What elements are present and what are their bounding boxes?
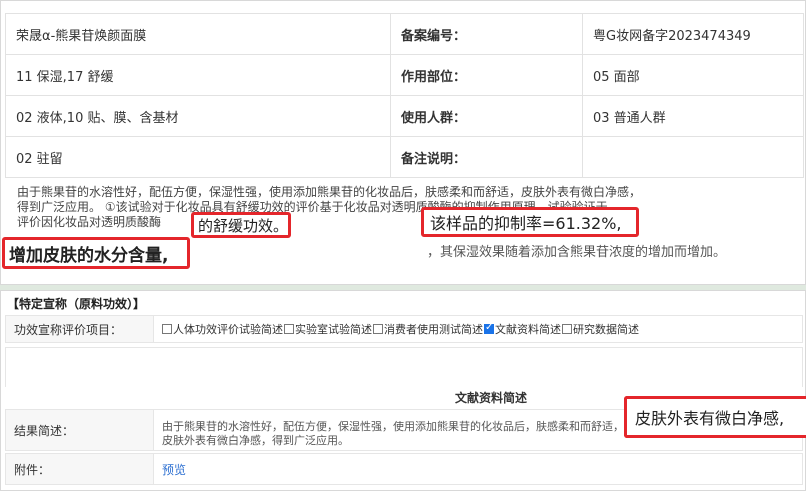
attachment-label: 附件： [6,454,154,484]
usage-method: 02 驻留 [5,136,391,178]
preview-link[interactable]: 预览 [162,461,186,478]
checkbox-icon[interactable] [373,324,383,334]
checkbox-icon[interactable] [284,324,294,334]
target-users: 03 普通人群 [582,95,804,137]
option-label: 消费者使用测试简述 [384,323,483,336]
remarks [582,136,804,178]
attachment-row: 附件： 预览 [5,453,803,485]
option-consumer-test[interactable]: 消费者使用测试简述 [373,321,483,337]
info-row-form: 02 液体,10 贴、膜、含基材 使用人群： 03 普通人群 [5,95,804,137]
description-line: 得到广泛应用。 ①该试验对于化妆品具有舒缓功效的评价基于化妆品对透明质酸酶的抑制… [17,200,608,214]
section-title: 【特定宣称（原料功效）】 [7,297,146,311]
option-lab-test[interactable]: 实验室试验简述 [284,321,372,337]
product-form: 02 液体,10 贴、膜、含基材 [5,95,391,137]
description-tail: ，其保湿效果随着添加含熊果苷浓度的增加而增加。 [427,245,727,260]
efficacy-claims: 11 保湿,17 舒缓 [5,54,391,96]
info-table: 荣晟α-熊果苷焕颜面膜 备案编号： 粤G妆网备字2023474349 11 保湿… [5,13,804,178]
checkbox-checked-icon[interactable] [484,322,494,334]
info-row-efficacy: 11 保湿,17 舒缓 作用部位： 05 面部 [5,54,804,96]
registration-no: 粤G妆网备字2023474349 [582,13,804,55]
summary-text: 由于熊果苷的水溶性好，配伍方便，保湿性强，使用添加熊果苷的化妆品后，肤感柔和而舒… [162,420,624,447]
evaluation-types-row: 功效宣称评价项目： 人体功效评价试验简述 实验室试验简述 消费者使用测试简述 文… [5,315,803,343]
label-application-area: 作用部位： [390,54,583,96]
application-area: 05 面部 [582,54,804,96]
checkbox-icon[interactable] [162,324,172,334]
option-human-efficacy-test[interactable]: 人体功效评价试验简述 [162,321,283,337]
empty-row [5,347,803,387]
specific-claims-panel: 【特定宣称（原料功效）】 功效宣称评价项目： 人体功效评价试验简述 实验室试验简… [0,290,806,491]
option-label: 研究数据简述 [573,323,639,336]
checkbox-icon[interactable] [562,324,572,334]
highlight-whitening-feel: 皮肤外表有微白净感, [624,396,806,438]
summary-label: 结果简述： [6,410,154,450]
description-line: 由于熊果苷的水溶性好，配伍方便，保湿性强，使用添加熊果苷的化妆品后，肤感柔和而舒… [17,185,642,199]
efficacy-description: 由于熊果苷的水溶性好，配伍方便，保湿性强，使用添加熊果苷的化妆品后，肤感柔和而舒… [17,185,791,245]
info-row-name: 荣晟α-熊果苷焕颜面膜 备案编号： 粤G妆网备字2023474349 [5,13,804,55]
product-name: 荣晟α-熊果苷焕颜面膜 [5,13,391,55]
option-label: 人体功效评价试验简述 [173,323,283,336]
label-registration-no: 备案编号： [390,13,583,55]
info-row-usage: 02 驻留 备注说明： [5,136,804,178]
option-label: 实验室试验简述 [295,323,372,336]
option-label: 文献资料简述 [495,323,561,336]
option-literature[interactable]: 文献资料简述 [484,321,561,337]
evaluation-types-options: 人体功效评价试验简述 实验室试验简述 消费者使用测试简述 文献资料简述 研究数据… [162,316,798,342]
highlight-inhibition-rate: 该样品的抑制率=61.32%, [421,207,639,237]
option-research-data[interactable]: 研究数据简述 [562,321,639,337]
evaluation-types-label: 功效宣称评价项目： [6,316,154,342]
label-target-users: 使用人群： [390,95,583,137]
description-line: 评价因化妆品对透明质酸酶 [17,215,162,229]
highlight-soothing-effect: 的舒缓功效。 [191,212,291,238]
highlight-moisture-content: 增加皮肤的水分含量, [2,237,190,269]
label-remarks: 备注说明： [390,136,583,178]
